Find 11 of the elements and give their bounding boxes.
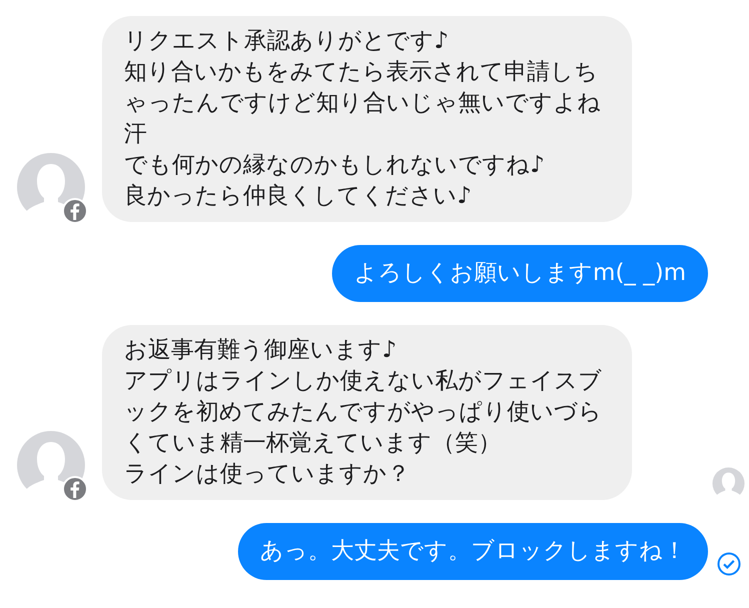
message-text: 知り合いかもをみてたら表示されて申請しちゃったんですけど知り合いじゃ無いですよね汗 xyxy=(124,58,602,149)
message-text: よろしくお願いしますm(_ _)m xyxy=(354,259,686,288)
message-text: 良かったら仲良くしてください♪ xyxy=(124,182,473,211)
message-text: あっ。大丈夫です。ブロックしますね！ xyxy=(260,537,686,566)
message-text: リクエスト承認ありがとです♪ xyxy=(124,27,450,56)
message-text: お返事有難う御座います♪ xyxy=(124,336,398,365)
social-badge-icon xyxy=(62,476,88,502)
message-text: アプリはラインしか使えない私がフェイスブックを初めてみたんですがやっぱり使いづらくていま精一杯覚えています（笑） xyxy=(124,367,603,458)
message-text: ラインは使っていますか？ xyxy=(124,460,411,489)
social-badge-icon xyxy=(62,198,88,224)
message-text: でも何かの縁なのかもしれないですね♪ xyxy=(124,151,546,180)
